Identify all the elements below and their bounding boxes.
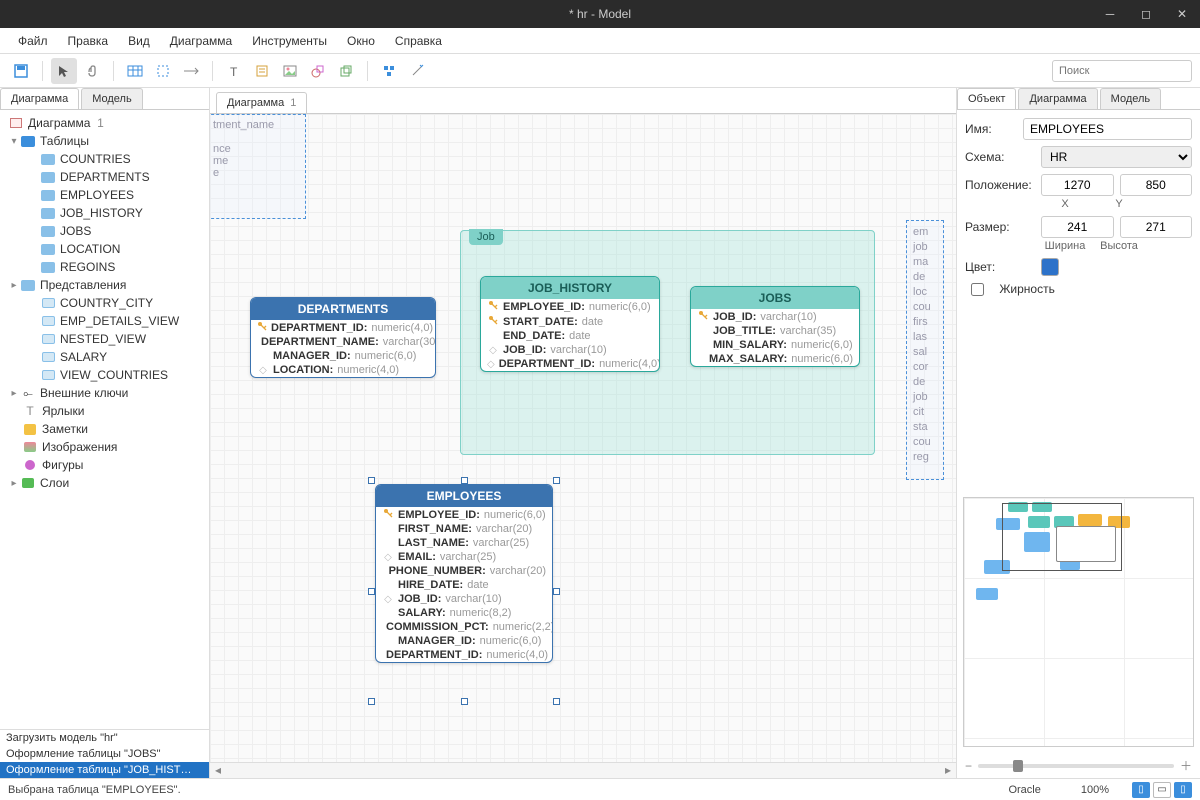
tree-table-item[interactable]: JOB_HISTORY	[0, 204, 209, 222]
group-label: Job	[469, 229, 503, 245]
status-text: Выбрана таблица "EMPLOYEES".	[8, 784, 181, 796]
search-input[interactable]	[1052, 60, 1192, 82]
zoom-bar: − ＋	[957, 753, 1200, 778]
canvas-area: Диаграмма 1 tment_name nce me e emjobmad…	[210, 88, 956, 778]
image-icon[interactable]	[277, 58, 303, 84]
tree-images[interactable]: Изображения	[0, 438, 209, 456]
left-tabs: Диаграмма Модель	[0, 88, 209, 110]
canvas[interactable]: tment_name nce me e emjobmadeloccoufirsl…	[210, 114, 956, 762]
menu-edit[interactable]: Правка	[58, 30, 119, 52]
horizontal-scrollbar[interactable]: ◂▸	[210, 762, 956, 778]
tree-layers[interactable]: ▸Слои	[0, 474, 209, 492]
history-item[interactable]: Загрузить модель "hr"	[0, 730, 209, 746]
layout-icon[interactable]	[376, 58, 402, 84]
svg-text:T: T	[230, 65, 238, 77]
size-h-field[interactable]	[1120, 216, 1193, 238]
tree-shapes[interactable]: Фигуры	[0, 456, 209, 474]
tree-table-item[interactable]: JOBS	[0, 222, 209, 240]
tree-view-item[interactable]: VIEW_COUNTRIES	[0, 366, 209, 384]
entity-departments[interactable]: DEPARTMENTS DEPARTMENT_ID: numeric(4,0)D…	[250, 297, 436, 378]
magic-icon[interactable]	[404, 58, 430, 84]
close-icon[interactable]: ✕	[1164, 0, 1200, 28]
entity-job-history[interactable]: JOB_HISTORY EMPLOYEE_ID: numeric(6,0)STA…	[480, 276, 660, 372]
color-swatch[interactable]	[1041, 258, 1059, 276]
menu-diagram[interactable]: Диаграмма	[160, 30, 242, 52]
menu-file[interactable]: Файл	[8, 30, 58, 52]
tree-view-item[interactable]: EMP_DETAILS_VIEW	[0, 312, 209, 330]
properties-panel: Имя: Схема:HR Положение: XY Размер: Шири…	[957, 110, 1200, 310]
right-tabs: Объект Диаграмма Модель	[957, 88, 1200, 110]
text-icon[interactable]: T	[221, 58, 247, 84]
entity-employees[interactable]: EMPLOYEES EMPLOYEE_ID: numeric(6,0)FIRST…	[375, 484, 553, 663]
tree-labels[interactable]: TЯрлыки	[0, 402, 209, 420]
group-icon[interactable]	[333, 58, 359, 84]
tree-views[interactable]: ▸Представления	[0, 276, 209, 294]
menu-window[interactable]: Окно	[337, 30, 385, 52]
pos-x-field[interactable]	[1041, 174, 1114, 196]
layout-btn-3[interactable]: ▯	[1174, 782, 1192, 798]
window-title: * hr - Model	[569, 7, 631, 21]
tree[interactable]: Диаграмма 1 ▾Таблицы COUNTRIES DEPARTMEN…	[0, 110, 209, 729]
zoom-out-icon[interactable]: −	[965, 759, 972, 773]
search-box	[1052, 60, 1192, 82]
history-item-selected[interactable]: Оформление таблицы "JOB_HIST…	[0, 762, 209, 778]
menu-tools[interactable]: Инструменты	[242, 30, 337, 52]
tab-object[interactable]: Объект	[957, 88, 1016, 109]
entity-jobs[interactable]: JOBS JOB_ID: varchar(10)JOB_TITLE: varch…	[690, 286, 860, 367]
tree-tables[interactable]: ▾Таблицы	[0, 132, 209, 150]
tab-diagram[interactable]: Диаграмма	[0, 88, 79, 109]
shape-icon[interactable]	[305, 58, 331, 84]
tree-root[interactable]: Диаграмма 1	[0, 114, 209, 132]
note-icon[interactable]	[249, 58, 275, 84]
minimize-icon[interactable]: ─	[1092, 0, 1128, 28]
tree-view-item[interactable]: COUNTRY_CITY	[0, 294, 209, 312]
titlebar: * hr - Model ─ ◻ ✕	[0, 0, 1200, 28]
tree-table-item[interactable]: REGOINS	[0, 258, 209, 276]
tab-model-r[interactable]: Модель	[1100, 88, 1161, 109]
status-db: Oracle	[1008, 784, 1040, 796]
tree-table-item[interactable]: EMPLOYEES	[0, 186, 209, 204]
maximize-icon[interactable]: ◻	[1128, 0, 1164, 28]
menubar: Файл Правка Вид Диаграмма Инструменты Ок…	[0, 28, 1200, 54]
name-field[interactable]	[1023, 118, 1192, 140]
menu-view[interactable]: Вид	[118, 30, 160, 52]
tree-table-item[interactable]: DEPARTMENTS	[0, 168, 209, 186]
select-area-icon[interactable]	[150, 58, 176, 84]
pointer-icon[interactable]	[51, 58, 77, 84]
size-w-field[interactable]	[1041, 216, 1114, 238]
tab-diagram-r[interactable]: Диаграмма	[1018, 88, 1097, 109]
tree-table-item[interactable]: COUNTRIES	[0, 150, 209, 168]
save-icon[interactable]	[8, 58, 34, 84]
ghost-entity: tment_name nce me e	[210, 114, 306, 219]
hand-icon[interactable]	[79, 58, 105, 84]
menu-help[interactable]: Справка	[385, 30, 452, 52]
history-panel: Загрузить модель "hr" Оформление таблицы…	[0, 729, 209, 778]
layout-btn-2[interactable]: ▭	[1153, 782, 1171, 798]
statusbar: Выбрана таблица "EMPLOYEES". Oracle 100%…	[0, 778, 1200, 800]
tab-model[interactable]: Модель	[81, 88, 142, 109]
relation-icon[interactable]	[178, 58, 204, 84]
tree-table-item[interactable]: LOCATION	[0, 240, 209, 258]
bold-checkbox[interactable]	[971, 283, 984, 296]
layout-btn-1[interactable]: ▯	[1132, 782, 1150, 798]
minimap-viewport[interactable]	[1002, 503, 1122, 571]
right-panel: Объект Диаграмма Модель Имя: Схема:HR По…	[956, 88, 1200, 778]
ghost-entity-right: emjobmadeloccoufirslassalcordejobcitstac…	[906, 220, 944, 480]
tree-view-item[interactable]: NESTED_VIEW	[0, 330, 209, 348]
canvas-tab[interactable]: Диаграмма 1	[216, 92, 307, 113]
schema-select[interactable]: HR	[1041, 146, 1192, 168]
toolbar: T	[0, 54, 1200, 88]
left-panel: Диаграмма Модель Диаграмма 1 ▾Таблицы CO…	[0, 88, 210, 778]
minimap[interactable]	[963, 497, 1194, 747]
status-zoom: 100%	[1081, 784, 1109, 796]
pos-y-field[interactable]	[1120, 174, 1193, 196]
tree-notes[interactable]: Заметки	[0, 420, 209, 438]
zoom-slider[interactable]	[978, 764, 1174, 768]
zoom-in-icon[interactable]: ＋	[1180, 757, 1192, 774]
history-item[interactable]: Оформление таблицы "JOBS"	[0, 746, 209, 762]
tree-fkeys[interactable]: ▸⟜Внешние ключи	[0, 384, 209, 402]
tree-view-item[interactable]: SALARY	[0, 348, 209, 366]
table-icon[interactable]	[122, 58, 148, 84]
